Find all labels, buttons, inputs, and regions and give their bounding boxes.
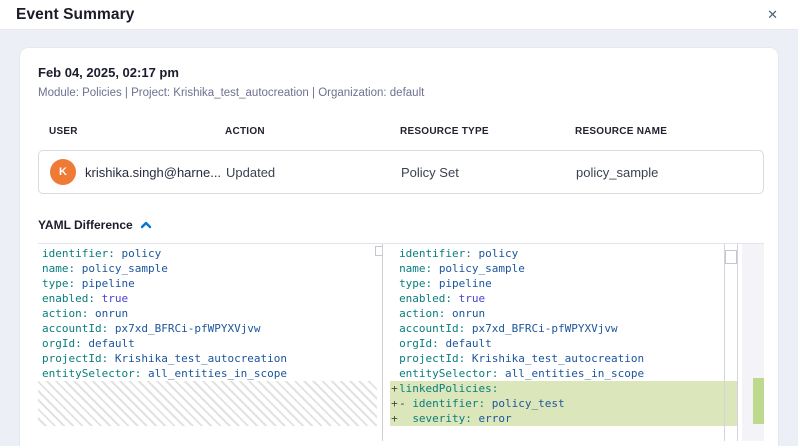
column-header-action: ACTION — [225, 126, 400, 137]
column-header-resource-type: RESOURCE TYPE — [400, 126, 575, 137]
diff-line: projectId: Krishika_test_autocreation — [38, 351, 382, 366]
added-line-prefix: + — [391, 381, 398, 396]
yaml-key: action: — [42, 307, 88, 320]
diff-line-added: +- identifier: policy_test — [390, 396, 737, 411]
yaml-value: Krishika_test_autocreation — [115, 352, 287, 365]
diff-overview-ruler[interactable] — [742, 244, 764, 441]
yaml-key: linkedPolicies: — [399, 382, 498, 395]
diff-line-added: +linkedPolicies: — [390, 381, 737, 396]
diff-line: name: policy_sample — [390, 261, 737, 276]
yaml-value: pipeline — [439, 277, 492, 290]
yaml-key: identifier: — [399, 247, 472, 260]
yaml-value: true — [459, 292, 486, 305]
diff-line: accountId: px7xd_BFRCi-pfWPYXVjvw — [390, 321, 737, 336]
table-row: K krishika.singh@harne... Updated Policy… — [38, 150, 764, 194]
yaml-value: default — [88, 337, 134, 350]
yaml-value: policy_sample — [439, 262, 525, 275]
yaml-key: action: — [399, 307, 445, 320]
diff-line: enabled: true — [38, 291, 382, 306]
column-header-user: USER — [49, 126, 225, 137]
yaml-value: px7xd_BFRCi-pfWPYXVjvw — [472, 322, 618, 335]
yaml-key: orgId: — [399, 337, 439, 350]
yaml-value: px7xd_BFRCi-pfWPYXVjvw — [115, 322, 261, 335]
diff-line: identifier: policy — [390, 246, 737, 261]
diff-line: action: onrun — [390, 306, 737, 321]
yaml-key: orgId: — [42, 337, 82, 350]
added-line-prefix: + — [391, 411, 398, 426]
diff-line: orgId: default — [38, 336, 382, 351]
diff-line: type: pipeline — [390, 276, 737, 291]
yaml-key: identifier: — [412, 397, 485, 410]
yaml-key: severity: — [412, 412, 472, 425]
yaml-value: policy_sample — [82, 262, 168, 275]
title-bar: Event Summary ✕ — [0, 0, 798, 30]
diff-line: type: pipeline — [38, 276, 382, 291]
yaml-key: name: — [399, 262, 432, 275]
yaml-key: name: — [42, 262, 75, 275]
yaml-key: entitySelector: — [399, 367, 498, 380]
yaml-key: entitySelector: — [42, 367, 141, 380]
yaml-value: policy — [121, 247, 161, 260]
event-summary-card: Feb 04, 2025, 02:17 pm Module: Policies … — [20, 48, 778, 446]
yaml-value: pipeline — [82, 277, 135, 290]
yaml-difference-toggle[interactable]: YAML Difference — [38, 218, 152, 232]
diff-pane-new[interactable]: identifier: policyname: policy_sampletyp… — [390, 244, 738, 441]
yaml-key: type: — [399, 277, 432, 290]
diff-line: orgId: default — [390, 336, 737, 351]
chevron-up-icon — [140, 221, 152, 229]
yaml-key: projectId: — [399, 352, 465, 365]
yaml-key: type: — [42, 277, 75, 290]
yaml-key: enabled: — [399, 292, 452, 305]
diff-line: accountId: px7xd_BFRCi-pfWPYXVjvw — [38, 321, 382, 336]
page-title: Event Summary — [16, 6, 134, 24]
diff-line: entitySelector: all_entities_in_scope — [38, 366, 382, 381]
audit-table-header: USER ACTION RESOURCE TYPE RESOURCE NAME — [38, 126, 764, 137]
yaml-key: projectId: — [42, 352, 108, 365]
missing-lines-placeholder — [38, 381, 377, 426]
added-lines-marker — [753, 378, 764, 424]
yaml-key: identifier: — [42, 247, 115, 260]
close-icon[interactable]: ✕ — [763, 6, 782, 23]
diff-pane-divider — [383, 244, 390, 441]
diff-line: enabled: true — [390, 291, 737, 306]
yaml-value: policy_test — [492, 397, 565, 410]
user-cell: K krishika.singh@harne... — [50, 159, 226, 185]
yaml-value: default — [445, 337, 491, 350]
yaml-value: policy — [479, 247, 519, 260]
diff-line: identifier: policy — [38, 246, 382, 261]
action-cell: Updated — [226, 165, 401, 180]
resource-name-cell: policy_sample — [576, 165, 763, 180]
page-background: Feb 04, 2025, 02:17 pm Module: Policies … — [0, 30, 798, 446]
resource-type-cell: Policy Set — [401, 165, 576, 180]
diff-line: action: onrun — [38, 306, 382, 321]
yaml-difference-label: YAML Difference — [38, 218, 133, 232]
event-timestamp: Feb 04, 2025, 02:17 pm — [38, 65, 764, 80]
diff-line: projectId: Krishika_test_autocreation — [390, 351, 737, 366]
diff-pane-old[interactable]: identifier: policyname: policy_sampletyp… — [38, 244, 383, 441]
diff-line: entitySelector: all_entities_in_scope — [390, 366, 737, 381]
added-line-prefix: + — [391, 396, 398, 411]
event-context: Module: Policies | Project: Krishika_tes… — [38, 87, 764, 99]
user-email: krishika.singh@harne... — [85, 165, 220, 180]
avatar: K — [50, 159, 76, 185]
yaml-value: onrun — [95, 307, 128, 320]
yaml-key: accountId: — [399, 322, 465, 335]
yaml-value: all_entities_in_scope — [148, 367, 287, 380]
column-header-resource-name: RESOURCE NAME — [575, 126, 764, 137]
yaml-key: accountId: — [42, 322, 108, 335]
yaml-value: error — [479, 412, 512, 425]
yaml-diff-viewer: identifier: policyname: policy_sampletyp… — [38, 243, 764, 441]
yaml-key: enabled: — [42, 292, 95, 305]
yaml-value: all_entities_in_scope — [505, 367, 644, 380]
diff-line-added: + severity: error — [390, 411, 737, 426]
diff-line: name: policy_sample — [38, 261, 382, 276]
yaml-value: onrun — [452, 307, 485, 320]
yaml-value: Krishika_test_autocreation — [472, 352, 644, 365]
yaml-value: true — [102, 292, 129, 305]
